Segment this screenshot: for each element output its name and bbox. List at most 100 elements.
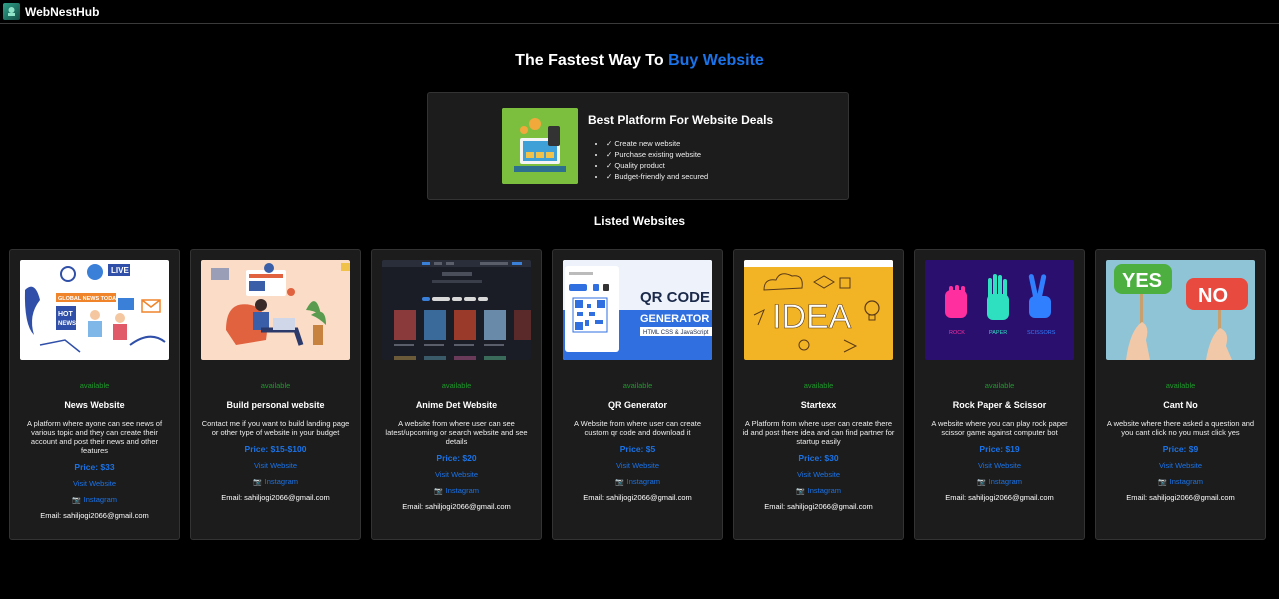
website-card: ROCK PAPER SCISSORS available Rock Paper… (914, 249, 1085, 540)
instagram-link[interactable]: 📷 Instagram (380, 486, 533, 495)
hero-title-prefix: The Fastest Way To (515, 52, 664, 69)
instagram-link[interactable]: 📷 Instagram (561, 477, 714, 486)
card-thumbnail: YES NO (1106, 260, 1255, 360)
card-email: Email: sahiljogi2066@gmail.com (402, 502, 511, 511)
card-price: Price: $15-$100 (244, 444, 307, 454)
card-title: News Website (64, 400, 125, 410)
instagram-label: Instagram (807, 486, 842, 495)
card-price: Price: $5 (619, 444, 656, 454)
instagram-link[interactable]: 📷 Instagram (199, 477, 352, 486)
status-badge: available (622, 381, 653, 390)
card-description: Contact me if you want to build landing … (201, 419, 350, 437)
promo-feature-list: ✓ Create new website ✓ Purchase existing… (606, 138, 708, 182)
card-title: Build personal website (226, 400, 325, 410)
status-badge: available (1165, 381, 1196, 390)
website-card: YES NO available Cant No A website where… (1095, 249, 1266, 540)
brand-name[interactable]: WebNestHub (25, 5, 99, 19)
promo-image (502, 108, 578, 184)
instagram-link[interactable]: 📷 Instagram (742, 486, 895, 495)
instagram-label: Instagram (83, 495, 118, 504)
thumb-no-text: NO (1198, 285, 1228, 307)
card-price: Price: $33 (74, 462, 115, 472)
card-description: A website from where user can see latest… (385, 419, 528, 446)
card-email: Email: sahiljogi2066@gmail.com (221, 493, 330, 502)
top-navbar: WebNestHub (0, 0, 1279, 24)
instagram-label: Instagram (988, 477, 1023, 486)
card-thumbnail: IDEA (744, 260, 893, 360)
visit-website-link[interactable]: Visit Website (1104, 461, 1257, 470)
thumb-qr-tech: HTML CSS & JavaScript (643, 330, 709, 336)
card-email: Email: sahiljogi2066@gmail.com (583, 493, 692, 502)
card-description: A Website from where user can create cus… (573, 419, 701, 437)
promo-title: Best Platform For Website Deals (588, 113, 774, 127)
promo-feature: ✓ Purchase existing website (606, 149, 708, 160)
card-thumbnail: QR CODE GENERATOR HTML CSS & JavaScript (563, 260, 712, 360)
card-title: Startexx (800, 400, 837, 410)
card-thumbnail (382, 260, 531, 360)
instagram-label: Instagram (445, 486, 480, 495)
website-card: available Build personal website Contact… (190, 249, 361, 540)
instagram-link[interactable]: 📷 Instagram (18, 495, 171, 504)
status-badge: available (441, 381, 472, 390)
card-price: Price: $30 (798, 453, 839, 463)
website-card-list: LIVE GLOBAL NEWS TODAY HOT NEWS availabl… (9, 249, 1266, 540)
camera-icon: 📷 (71, 497, 81, 504)
visit-website-link[interactable]: Visit Website (742, 470, 895, 479)
website-card: QR CODE GENERATOR HTML CSS & JavaScript … (552, 249, 723, 540)
card-price: Price: $9 (1162, 444, 1199, 454)
instagram-link[interactable]: 📷 Instagram (923, 477, 1076, 486)
card-title: QR Generator (607, 400, 667, 410)
thumb-global-text: GLOBAL NEWS TODAY (58, 296, 120, 302)
promo-feature: ✓ Quality product (606, 160, 708, 171)
thumb-paper-text: PAPER (989, 330, 1007, 336)
status-badge: available (260, 381, 291, 390)
card-title: Cant No (1163, 400, 1198, 410)
thumb-rock-text: ROCK (949, 330, 965, 336)
thumb-scissors-text: SCISSORS (1027, 330, 1056, 336)
card-description: A website where there asked a question a… (1106, 419, 1255, 437)
thumb-live-text: LIVE (111, 266, 129, 275)
camera-icon: 📷 (252, 479, 262, 486)
card-thumbnail: LIVE GLOBAL NEWS TODAY HOT NEWS (20, 260, 169, 360)
instagram-label: Instagram (1169, 477, 1204, 486)
card-email: Email: sahiljogi2066@gmail.com (764, 502, 873, 511)
card-title: Anime Det Website (415, 400, 498, 410)
website-card: IDEA available Startexx A Platform from … (733, 249, 904, 540)
visit-website-link[interactable]: Visit Website (380, 470, 533, 479)
logo-icon[interactable] (3, 3, 20, 20)
visit-website-link[interactable]: Visit Website (18, 479, 171, 488)
card-description: A website where you can play rock paper … (931, 419, 1068, 437)
camera-icon: 📷 (795, 488, 805, 495)
visit-website-link[interactable]: Visit Website (199, 461, 352, 470)
card-description: A Platform from where user can create th… (742, 419, 895, 446)
website-card: available Anime Det Website A website fr… (371, 249, 542, 540)
instagram-label: Instagram (626, 477, 661, 486)
card-email: Email: sahiljogi2066@gmail.com (40, 511, 149, 520)
status-badge: available (803, 381, 834, 390)
visit-website-link[interactable]: Visit Website (561, 461, 714, 470)
card-thumbnail: ROCK PAPER SCISSORS (925, 260, 1074, 360)
camera-icon: 📷 (433, 488, 443, 495)
camera-icon: 📷 (976, 479, 986, 486)
thumb-news-text: NEWS (58, 321, 76, 327)
website-card: LIVE GLOBAL NEWS TODAY HOT NEWS availabl… (9, 249, 180, 540)
thumb-yes-text: YES (1122, 270, 1162, 292)
card-price: Price: $19 (979, 444, 1020, 454)
thumb-idea-text: IDEA (772, 298, 852, 336)
promo-box: Best Platform For Website Deals ✓ Create… (427, 92, 849, 200)
visit-website-link[interactable]: Visit Website (923, 461, 1076, 470)
promo-feature: ✓ Create new website (606, 138, 708, 149)
card-thumbnail (201, 260, 350, 360)
status-badge: available (984, 381, 1015, 390)
thumb-hot-text: HOT (58, 311, 74, 318)
section-title: Listed Websites (593, 214, 686, 228)
hero-title-accent: Buy Website (668, 52, 764, 69)
status-badge: available (79, 381, 110, 390)
hero-title: The Fastest Way To Buy Website (0, 52, 1279, 70)
thumb-qr-title: QR CODE (640, 289, 710, 306)
card-email: Email: sahiljogi2066@gmail.com (1126, 493, 1235, 502)
card-price: Price: $20 (436, 453, 477, 463)
instagram-link[interactable]: 📷 Instagram (1104, 477, 1257, 486)
card-title: Rock Paper & Scissor (952, 400, 1047, 410)
promo-feature: ✓ Budget-friendly and secured (606, 171, 708, 182)
